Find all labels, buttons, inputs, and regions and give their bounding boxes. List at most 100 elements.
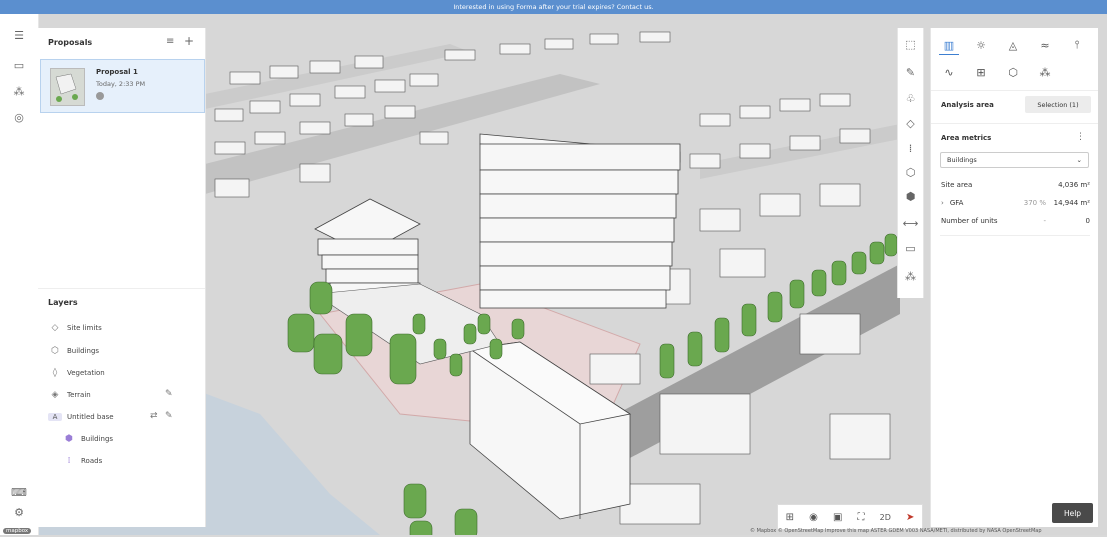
layer-buildings-label: Buildings [67,347,100,355]
wind-icon[interactable]: ≈ [1035,37,1055,53]
layers-title: Layers [48,298,78,307]
buildings-icon: ⬢ [65,434,73,444]
measure-icon[interactable]: ⟷ [901,213,920,233]
trial-banner[interactable]: Interested in using Forma after your tri… [0,0,1107,14]
metrics-type-dropdown[interactable]: Buildings ⌄ [940,152,1089,168]
more-options-icon[interactable]: ⋮ [1076,132,1085,142]
layer-site-limits[interactable]: ◇ Site limits [48,321,102,335]
layer-base-roads-label: Roads [81,457,103,465]
focus-icon[interactable]: ⛶ [858,512,865,523]
add-proposal-icon[interactable]: + [184,34,194,48]
proposal-building-stack [314,198,421,298]
chevron-right-icon: › [941,199,944,207]
metrics-type-value: Buildings [947,156,977,164]
layer-untitled-base-label: Untitled base [67,413,114,421]
proposals-panel: Proposals ≡ + Proposal 1 Today, 2:33 PM … [38,28,206,527]
layer-terrain-label: Terrain [67,391,91,399]
metric-value: 14,944 m² [1053,199,1090,207]
terrain-icon: ◈ [51,390,59,400]
shape-icon[interactable]: ⬢ [901,186,920,206]
metric-value: 4,036 m² [1058,181,1090,189]
components-icon[interactable]: ⁂ [11,83,27,99]
settings-gear-icon[interactable]: ⚙ [11,504,27,520]
layer-site-limits-label: Site limits [67,324,102,332]
components-icon[interactable]: ⁂ [901,266,920,286]
area-metrics-title: Area metrics [941,134,992,142]
layer-buildings[interactable]: ⬡ Buildings [48,344,99,358]
noise-icon[interactable]: ◬ [1003,37,1023,53]
proposal-name: Proposal 1 [96,68,138,76]
solar-panel-icon[interactable]: ⊞ [971,64,991,80]
section-box-icon[interactable]: ⊞ [786,512,794,523]
proposal-thumbnail [50,68,85,106]
road-icon[interactable]: ⁞ [901,138,920,158]
globe-icon[interactable]: ◎ [11,109,27,125]
active-tab-indicator [939,54,959,55]
metric-row-gfa[interactable]: › GFA 370 % 14,944 m² [941,199,1090,207]
sun-icon[interactable]: ☼ [971,37,991,53]
user-avatar [96,92,104,100]
mode-2d-button[interactable]: 2D [880,513,891,522]
eye-icon[interactable]: ◉ [809,512,818,523]
proposal-building-tower [479,133,681,309]
metric-value: 0 [1085,217,1090,225]
metric-label: Number of units [941,217,998,225]
site-limits-icon: ◇ [51,323,59,333]
selection-label: Selection (1) [1037,100,1079,109]
metric-pct: - [1043,217,1046,225]
buildings-icon: ⬡ [51,346,59,356]
keyboard-icon[interactable]: ⌨ [11,484,27,500]
metric-row-site-area: Site area 4,036 m² [941,181,1090,189]
cursor-arrow-icon[interactable]: ➤ [906,512,914,523]
layer-terrain[interactable]: ◈ Terrain [48,388,91,402]
help-button[interactable]: Help [1052,503,1093,523]
camera-icon[interactable]: ▣ [833,512,842,523]
microclimate-icon[interactable]: ⁂ [1035,64,1055,80]
proposal-card[interactable]: Proposal 1 Today, 2:33 PM [40,59,205,113]
divider-1 [931,90,1098,91]
metric-row-units: Number of units - 0 [941,217,1090,225]
base-badge: A [48,413,62,421]
tools-toolbar: ⬚ ✎ ♧ ◇ ⁞ ⬡ ⬢ ⟷ ▭ ⁂ [897,28,924,298]
building-icon[interactable]: ⬡ [901,162,920,182]
roads-icon: ⁞ [67,456,71,466]
select-area-icon[interactable]: ⬚ [901,34,920,54]
view-controls-bar: ⊞ ◉ ▣ ⛶ 2D ➤ [777,504,923,530]
pencil-draw-icon[interactable]: ✎ [901,62,920,82]
swap-arrows-icon[interactable]: ⇄ [150,411,158,421]
thermometer-icon[interactable]: ⫯ [1067,37,1087,53]
mapbox-logo[interactable]: mapbox [3,528,32,534]
divider-2 [931,123,1098,124]
vegetation-icon: ◊ [52,368,58,378]
base-edit-pencil-icon[interactable]: ✎ [165,411,173,421]
layer-vegetation[interactable]: ◊ Vegetation [48,366,105,380]
layer-untitled-base[interactable]: A Untitled base [48,410,114,424]
divider-3 [940,235,1090,236]
layer-base-roads[interactable]: ⁞ Roads [62,454,103,468]
trial-banner-text: Interested in using Forma after your tri… [453,3,654,11]
terrain-edit-pencil-icon[interactable]: ✎ [165,389,173,399]
menu-icon[interactable]: ☰ [11,27,27,43]
thumbnail-svg [51,69,84,105]
chevron-down-icon: ⌄ [1076,156,1082,164]
map-attribution[interactable]: © Mapbox © OpenStreetMap Improve this ma… [750,528,1042,534]
layers-divider [38,288,205,289]
bar-chart-icon[interactable]: ▥ [939,37,959,53]
layer-vegetation-label: Vegetation [67,369,105,377]
metric-label: Site area [941,181,973,189]
pulse-icon[interactable]: ∿ [939,64,959,80]
layer-base-buildings[interactable]: ⬢ Buildings [62,432,113,446]
proposal-time: Today, 2:33 PM [96,80,146,88]
label-tag-icon[interactable]: ▭ [901,238,920,258]
tree-icon[interactable]: ♧ [901,88,920,108]
layer-base-buildings-label: Buildings [81,435,114,443]
proposals-title: Proposals [48,38,93,47]
metric-label: GFA [949,199,964,207]
zone-icon[interactable]: ◇ [901,113,920,133]
library-icon[interactable]: ▭ [11,57,27,73]
selection-dropdown[interactable]: Selection (1) [1025,96,1091,113]
left-icon-rail: ☰ ▭ ⁂ ◎ ⌨ ⚙ [0,14,39,535]
analysis-panel: ▥ ☼ ◬ ≈ ⫯ ∿ ⊞ ⬡ ⁂ Analysis area Selectio… [930,28,1098,527]
filter-sliders-icon[interactable]: ≡ [166,36,174,47]
energy-hex-icon[interactable]: ⬡ [1003,64,1023,80]
